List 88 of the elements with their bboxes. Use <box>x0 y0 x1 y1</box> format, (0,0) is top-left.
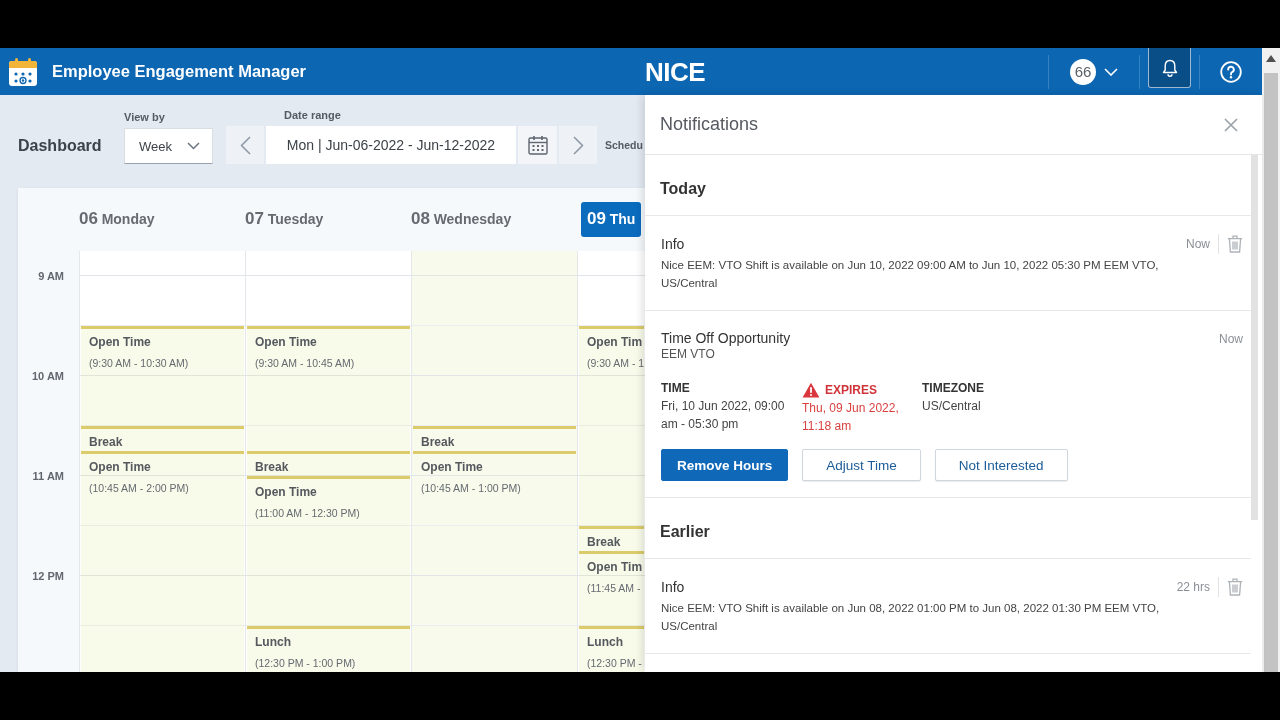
field-value: Thu, 09 Jun 2022, 11:18 am <box>802 400 900 435</box>
scrollbar-thumb[interactable] <box>1264 73 1278 672</box>
day-tab[interactable]: 07 Tuesday <box>239 202 330 237</box>
field-label: View by <box>124 110 165 124</box>
calendar-icon <box>8 56 38 87</box>
day-tab[interactable]: 08 Wednesday <box>405 202 518 237</box>
chevron-down-icon <box>187 142 200 150</box>
calendar-event[interactable]: Lunch (12:30 PM - 1:00 PM) <box>247 626 410 672</box>
action-button[interactable]: Not Interested <box>934 449 1068 481</box>
event-title: Open Time <box>89 335 152 350</box>
trash-icon[interactable] <box>1227 578 1243 596</box>
event-time: (12:30 PM - 1:00 PM) <box>255 656 357 670</box>
field-label: EXPIRES <box>825 382 878 398</box>
previous-button[interactable] <box>226 126 264 164</box>
field-label: Date range <box>284 108 341 122</box>
logo-text: NICE <box>645 58 706 85</box>
bell-icon <box>1161 58 1178 77</box>
calendar-event[interactable]: Open Time (9:30 AM - 10:45 AM) <box>247 326 410 451</box>
calendar-event[interactable]: Break <box>579 526 644 551</box>
event-time: (11:45 AM - <box>587 581 642 595</box>
notification-title: Time Off Opportunity <box>661 329 791 347</box>
event-time: (12:30 PM - <box>587 656 643 670</box>
field-value: US/Central <box>922 398 981 415</box>
action-button[interactable]: Adjust Time <box>802 449 921 481</box>
event-title: Lunch <box>255 635 292 650</box>
calendar-event[interactable]: Open Time (11:00 AM - 12:30 PM) <box>247 476 410 626</box>
event-title: Open Time <box>421 460 484 475</box>
event-title: Lunch <box>587 635 624 650</box>
event-title: Break <box>587 535 622 550</box>
event-time: (10:45 AM - 1:00 PM) <box>421 481 522 495</box>
help-icon[interactable] <box>1220 60 1242 83</box>
day-tab[interactable]: 09 Thu <box>581 202 642 237</box>
event-title: Open Tim <box>587 560 644 575</box>
panel-title: Notifications <box>660 114 759 135</box>
event-time: (9:30 AM - 10:30 AM) <box>89 356 190 370</box>
time-label: 10 AM <box>32 369 64 384</box>
calendar-event[interactable]: Break <box>81 426 244 451</box>
event-time: (10:45 AM - 2:00 PM) <box>89 481 190 495</box>
time-label: 11 AM <box>32 469 64 484</box>
notification-title: Info <box>661 578 685 597</box>
event-time: (9:30 AM - 10:45 AM) <box>255 356 356 370</box>
notification-age: 22 hrs <box>1176 580 1210 594</box>
warning-icon <box>802 382 820 398</box>
calendar-icon <box>527 135 548 155</box>
event-title: Open Time <box>255 335 318 350</box>
notification-age: Now <box>1219 332 1243 346</box>
event-time: (9:30 AM - 1 <box>587 356 644 370</box>
event-title: Break <box>421 435 456 450</box>
notification-title: Info <box>661 235 685 254</box>
event-title: Open Time <box>89 460 152 475</box>
day-tab[interactable]: 06 Monday <box>73 202 161 237</box>
notifications-button[interactable] <box>1148 48 1191 88</box>
chevron-right-icon <box>572 135 584 155</box>
section-title: Today <box>660 179 706 199</box>
field-label: TIME <box>661 380 690 396</box>
notification-age: Now <box>1186 237 1210 251</box>
notification-message: Nice EEM: VTO Shift is available on Jun 10, 2022 09:00 AM to Jun 10, 2022 05:30 PM EEM VTO, US/Central <box>661 258 1160 291</box>
event-title: Open Time <box>255 485 318 500</box>
close-icon[interactable] <box>1224 117 1238 132</box>
action-button[interactable]: Remove Hours <box>661 449 789 481</box>
calendar-event[interactable]: Break <box>247 451 410 476</box>
field-label: TIMEZONE <box>922 380 984 396</box>
notification-message: Nice EEM: VTO Shift is available on Jun 08, 2022 01:00 PM to Jun 08, 2022 01:30 PM EEM VTO, US/Central <box>661 601 1161 634</box>
notification-subtitle: EEM VTO <box>661 347 715 361</box>
scrollbar-thumb[interactable] <box>1251 155 1258 520</box>
view-select[interactable]: Week <box>124 128 213 164</box>
event-title: Break <box>89 435 124 450</box>
date-range-field[interactable]: Mon | Jun-06-2022 - Jun-12-2022 <box>266 126 516 164</box>
time-label: 12 PM <box>32 569 64 584</box>
calendar-event[interactable]: Open Time (9:30 AM - 10:30 AM) <box>81 326 244 426</box>
chevron-left-icon <box>239 135 251 155</box>
event-title: Break <box>255 460 290 475</box>
calendar-event[interactable]: Open Time (10:45 AM - 2:00 PM) <box>81 451 244 672</box>
page-title: Dashboard <box>18 136 103 156</box>
app-title: Employee Engagement Manager <box>52 62 306 81</box>
event-title: Open Tim <box>587 335 644 350</box>
field-value: Fri, 10 Jun 2022, 09:00 am - 05:30 pm <box>661 398 786 433</box>
section-title: Earlier <box>660 522 710 542</box>
trash-icon[interactable] <box>1227 235 1243 253</box>
calendar-event[interactable]: Open Tim (9:30 AM - 1 <box>579 326 644 526</box>
calendar-button[interactable] <box>518 126 557 164</box>
scroll-up-icon[interactable] <box>1266 55 1276 62</box>
time-label: 9 AM <box>38 269 64 284</box>
toolbar-label: Schedu <box>605 138 643 153</box>
chevron-down-icon[interactable] <box>1104 67 1118 76</box>
calendar-event[interactable]: Open Tim (11:45 AM - <box>579 551 644 626</box>
event-time: (11:00 AM - 12:30 PM) <box>255 506 361 520</box>
user-avatar[interactable]: 66 <box>1070 58 1096 85</box>
